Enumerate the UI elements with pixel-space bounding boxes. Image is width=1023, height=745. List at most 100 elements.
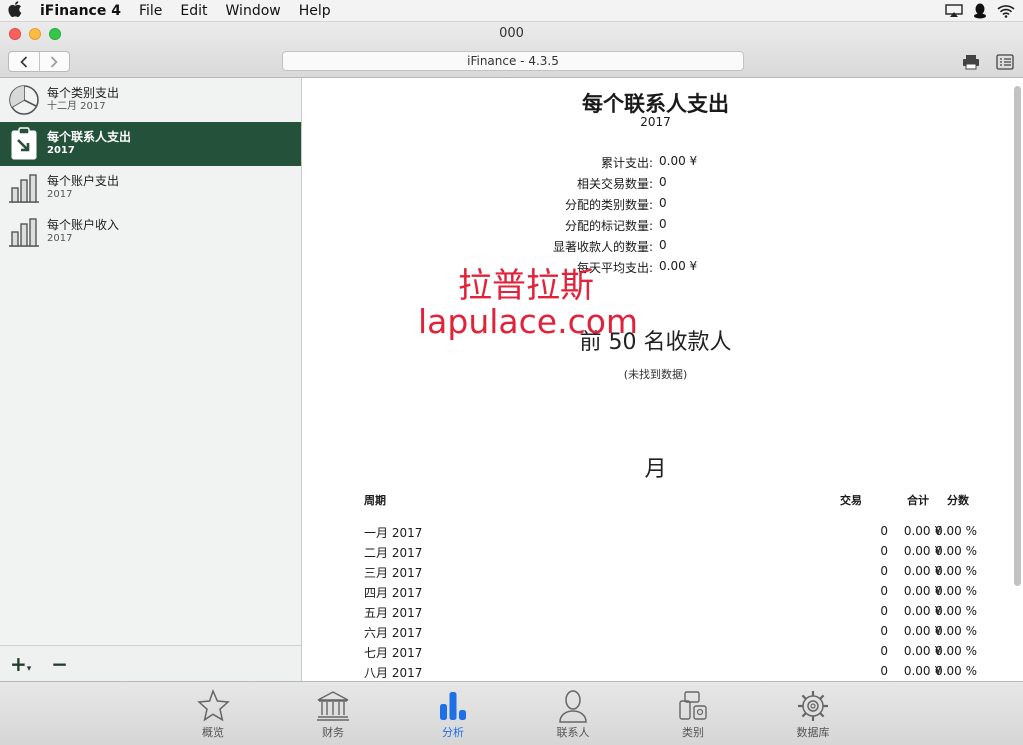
- status-area: [945, 3, 1023, 19]
- cell-transactions: 0: [880, 664, 888, 678]
- apple-menu-icon[interactable]: [0, 0, 30, 21]
- report-item-income-per-account[interactable]: 每个账户收入 2017: [0, 210, 301, 254]
- stat-row: 每天平均支出: 0.00 ¥: [302, 259, 1009, 280]
- person-icon: [528, 688, 618, 724]
- address-bar[interactable]: iFinance - 4.3.5: [282, 51, 744, 71]
- table-row: 七月 2017 0 0.00 ¥0.00 %: [364, 644, 984, 664]
- stat-row: 相关交易数量: 0: [302, 175, 1009, 196]
- list-icon: [996, 54, 1014, 70]
- column-header-share: 分数: [947, 494, 969, 507]
- back-button[interactable]: [9, 52, 39, 71]
- tab-categories[interactable]: 类别: [648, 688, 738, 742]
- window-titlebar: 000 iFinance - 4.3.5: [0, 22, 1023, 78]
- tab-label: 数据库: [796, 726, 830, 739]
- star-icon: [168, 688, 258, 724]
- vertical-scrollbar[interactable]: [1014, 86, 1021, 586]
- pie-chart-icon: [7, 83, 41, 117]
- report-item-spending-per-category[interactable]: 每个类别支出 十二月 2017: [0, 78, 301, 122]
- sidebar-footer: +▾ −: [0, 645, 301, 681]
- minus-icon: −: [51, 651, 69, 676]
- window-menu[interactable]: Window: [217, 3, 290, 19]
- cell-share: 0.00 %: [935, 564, 977, 578]
- tab-finance[interactable]: 财务: [288, 688, 378, 742]
- cell-transactions: 0: [880, 544, 888, 558]
- help-menu[interactable]: Help: [290, 3, 340, 19]
- cell-transactions: 0: [880, 584, 888, 598]
- cell-transactions: 0: [880, 644, 888, 658]
- report-title: 每个联系人支出: [582, 92, 729, 116]
- stat-value: 0.00 ¥: [659, 259, 698, 273]
- cell-share: 0.00 %: [935, 524, 977, 538]
- stat-label: 分配的标记数量:: [564, 219, 653, 233]
- tab-contacts[interactable]: 联系人: [528, 688, 618, 742]
- file-menu[interactable]: File: [130, 3, 171, 19]
- stat-label: 相关交易数量:: [576, 177, 653, 191]
- stat-row: 分配的类别数量: 0: [302, 196, 1009, 217]
- report-view[interactable]: 每个联系人支出 2017 累计支出: 0.00 ¥ 相关交易数量: 0 分配的类别数…: [302, 78, 1023, 681]
- column-header-period: 周期: [364, 494, 386, 507]
- remove-report-button[interactable]: −: [51, 652, 68, 676]
- stat-row: 分配的标记数量: 0: [302, 217, 1009, 238]
- report-sidebar: 每个类别支出 十二月 2017 每个联系人支出 2017 每个账户支出 2017…: [0, 78, 302, 681]
- stat-value: 0: [659, 175, 667, 189]
- chevron-left-icon: [20, 55, 27, 68]
- cell-share: 0.00 %: [935, 624, 977, 638]
- forward-button[interactable]: [38, 52, 70, 71]
- tab-analysis[interactable]: 分析: [408, 688, 498, 742]
- add-report-button[interactable]: +▾: [10, 652, 31, 676]
- report-year: 2017: [640, 115, 671, 129]
- cell-period: 六月 2017: [364, 626, 423, 640]
- summary-stats: 累计支出: 0.00 ¥ 相关交易数量: 0 分配的类别数量: 0 分配的标记数量: 0…: [302, 154, 1009, 280]
- clipboard-arrow-icon: [7, 127, 41, 161]
- report-item-subtitle: 十二月 2017: [47, 101, 106, 112]
- stat-value: 0: [659, 196, 667, 210]
- column-header-transactions: 交易: [840, 494, 862, 507]
- table-row: 五月 2017 0 0.00 ¥0.00 %: [364, 604, 984, 624]
- cell-share: 0.00 %: [935, 604, 977, 618]
- stat-value: 0: [659, 217, 667, 231]
- report-item-title: 每个联系人支出: [47, 130, 132, 144]
- airplay-icon[interactable]: [945, 3, 963, 18]
- stat-row: 累计支出: 0.00 ¥: [302, 154, 1009, 175]
- cell-period: 七月 2017: [364, 646, 423, 660]
- cell-period: 二月 2017: [364, 546, 423, 560]
- column-header-total: 合计: [907, 494, 929, 507]
- tab-label: 类别: [682, 726, 704, 739]
- cell-share: 0.00 %: [935, 544, 977, 558]
- stat-label: 显著收款人的数量:: [552, 240, 653, 254]
- month-table: 周期 交易 合计 分数 一月 2017 0 0.00 ¥0.00 % 二月 2017…: [364, 492, 984, 681]
- menu-bar: iFinance 4 File Edit Window Help: [0, 0, 1023, 22]
- printer-icon: [963, 55, 979, 70]
- top-payees-heading: 前 50 名收款人: [579, 330, 732, 355]
- tab-database[interactable]: 数据库: [768, 688, 858, 742]
- report-item-subtitle: 2017: [47, 145, 75, 156]
- chevron-right-icon: [51, 55, 58, 68]
- cell-period: 三月 2017: [364, 566, 423, 580]
- report-item-title: 每个类别支出: [47, 86, 120, 100]
- report-item-subtitle: 2017: [47, 189, 73, 200]
- month-heading: 月: [644, 457, 667, 482]
- cell-period: 五月 2017: [364, 606, 423, 620]
- cell-transactions: 0: [880, 624, 888, 638]
- cell-transactions: 0: [880, 524, 888, 538]
- report-item-spending-per-contact[interactable]: 每个联系人支出 2017: [0, 122, 301, 166]
- bar-chart-icon: [7, 215, 41, 249]
- app-menu[interactable]: iFinance 4: [30, 3, 130, 19]
- tab-label: 概览: [202, 726, 224, 739]
- gear-icon: [768, 688, 858, 724]
- edit-menu[interactable]: Edit: [171, 3, 216, 19]
- report-item-title: 每个账户支出: [47, 174, 120, 188]
- tab-label: 分析: [442, 726, 464, 739]
- cell-share: 0.00 %: [935, 584, 977, 598]
- cell-period: 一月 2017: [364, 526, 423, 540]
- add-icon: +: [10, 651, 27, 676]
- wifi-icon[interactable]: [997, 4, 1015, 18]
- list-view-button[interactable]: [995, 53, 1015, 71]
- stat-label: 分配的类别数量:: [564, 198, 653, 212]
- cell-period: 八月 2017: [364, 666, 423, 680]
- tab-overview[interactable]: 概览: [168, 688, 258, 742]
- qq-icon[interactable]: [973, 3, 987, 19]
- report-item-spending-per-account[interactable]: 每个账户支出 2017: [0, 166, 301, 210]
- print-button[interactable]: [961, 53, 981, 71]
- report-item-subtitle: 2017: [47, 233, 73, 244]
